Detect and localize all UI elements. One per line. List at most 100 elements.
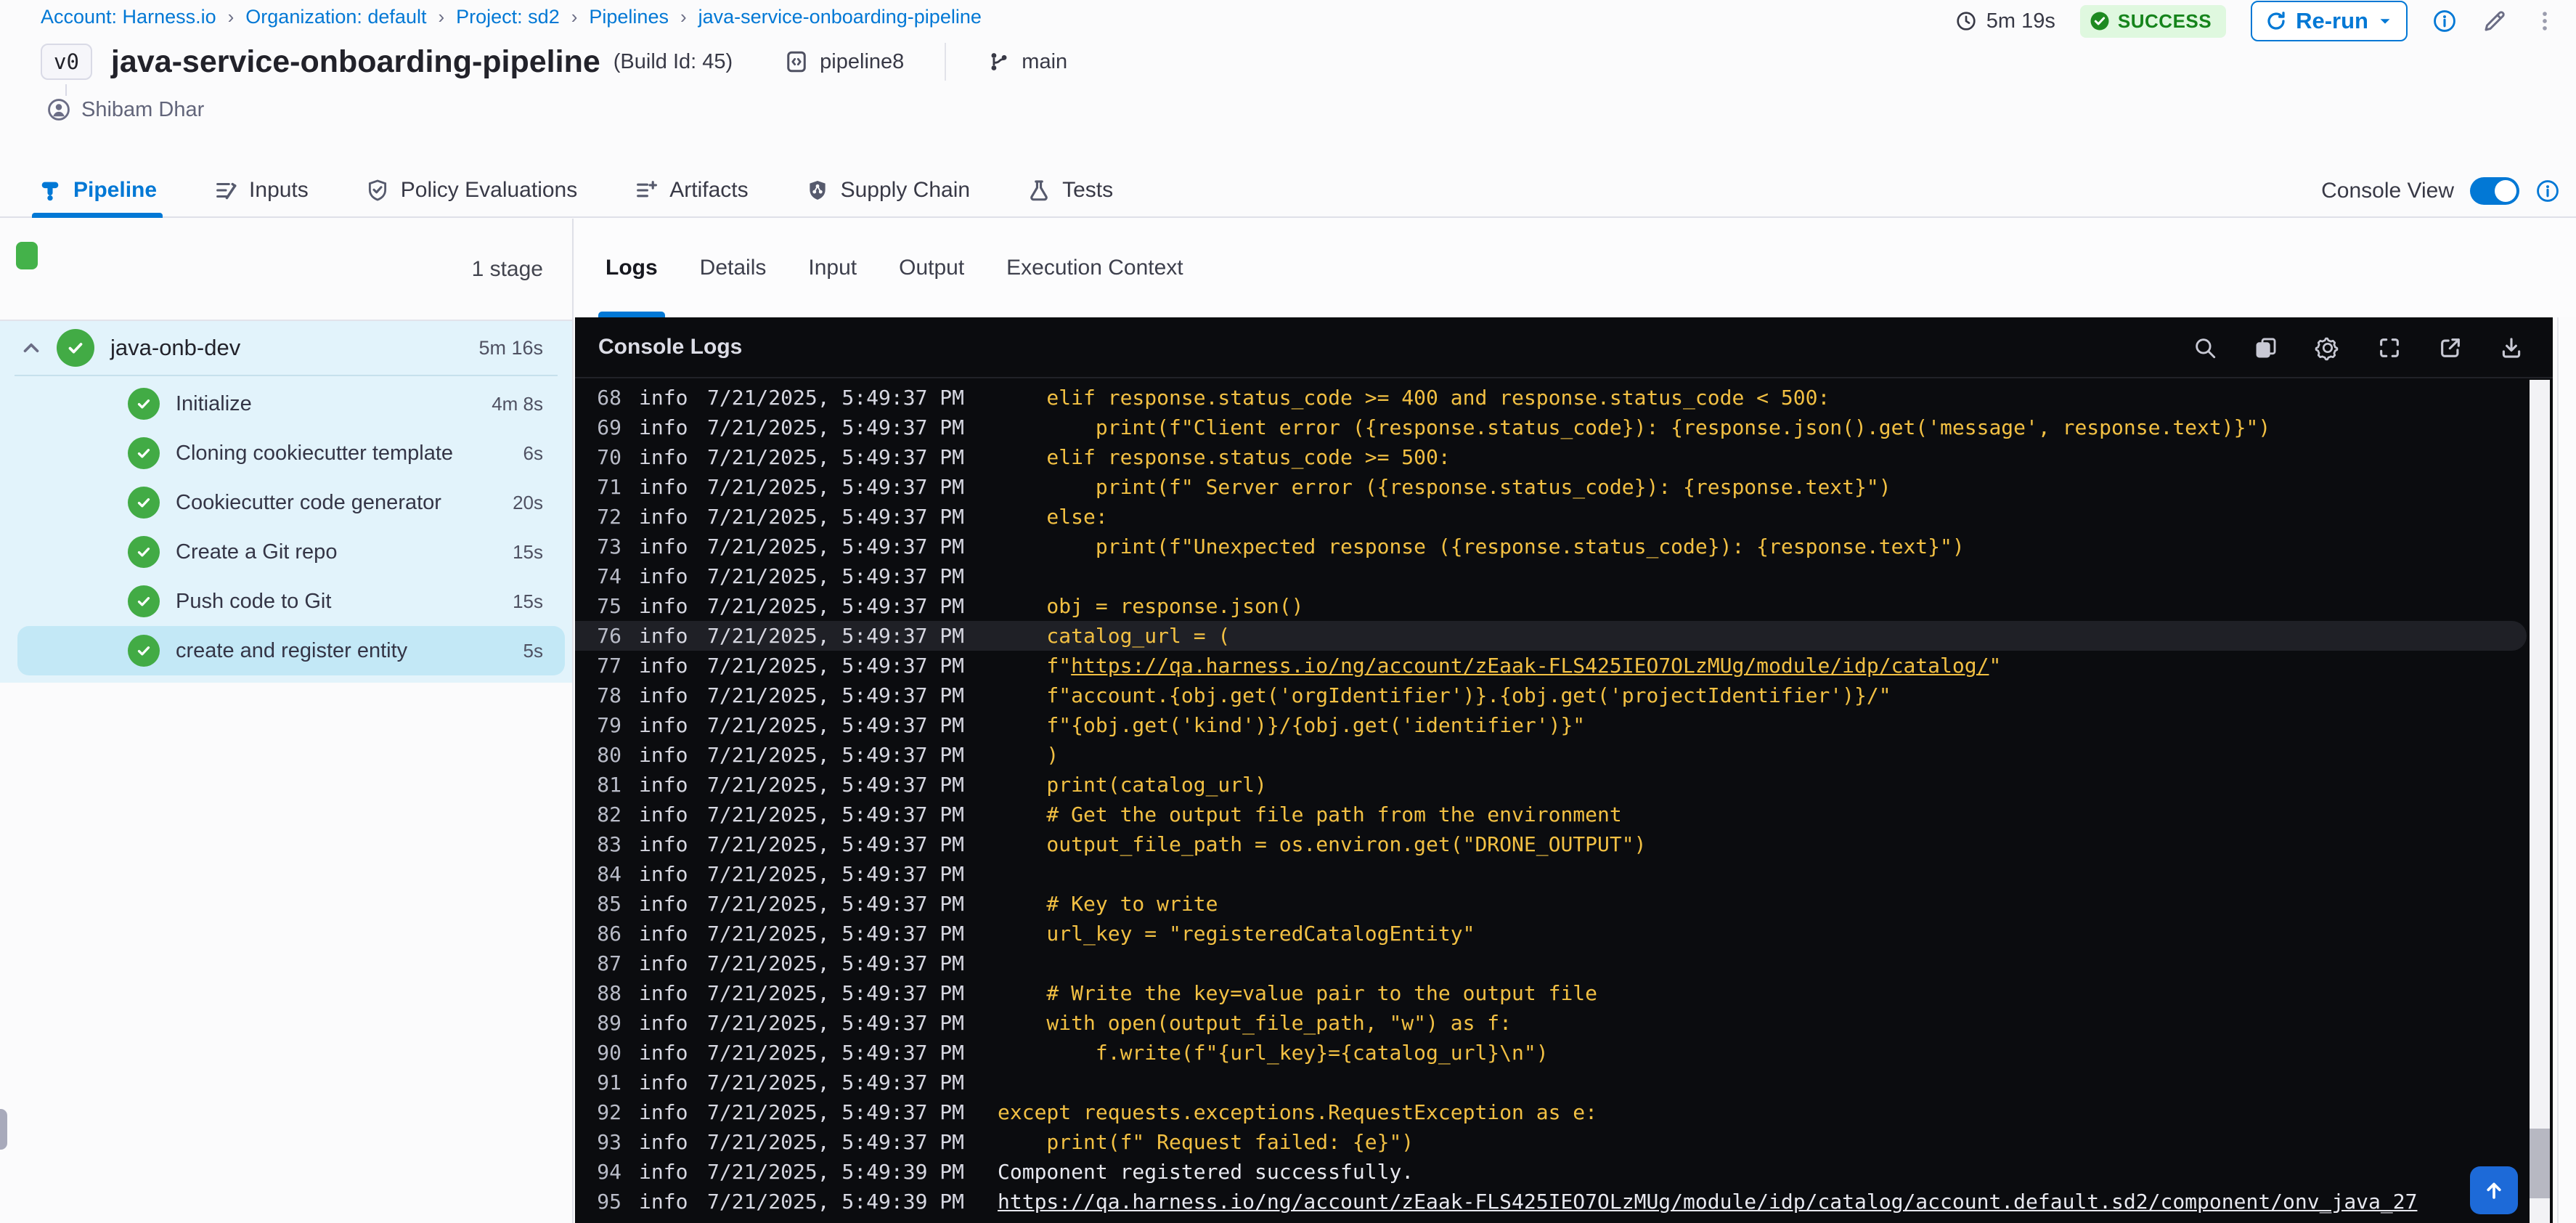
stage-row-java-onb-dev[interactable]: java-onb-dev 5m 16s (0, 321, 572, 375)
log-line-number: 75 (597, 594, 621, 618)
step-success-icon (128, 437, 160, 469)
log-text: Component registered successfully. (998, 1160, 1414, 1184)
open-in-new-icon[interactable] (2438, 336, 2463, 360)
log-level: info (639, 683, 688, 707)
log-text: print(f" Request failed: {e}") (998, 1130, 1414, 1154)
step-row-push-code-to-git[interactable]: Push code to Git 15s (0, 577, 572, 626)
pipeline-ref[interactable]: pipeline8 (783, 49, 904, 75)
log-level: info (639, 743, 688, 767)
stage-success-icon (57, 329, 94, 367)
log-line-81: 81 info 7/21/2025, 5:49:37 PM print(catalo… (575, 770, 2553, 800)
pipeline-ref-label: pipeline8 (820, 49, 905, 73)
step-row-create-and-register-entity[interactable]: create and register entity 5s (17, 626, 565, 675)
step-row-initialize[interactable]: Initialize 4m 8s (0, 379, 572, 428)
scroll-to-top-button[interactable] (2470, 1166, 2518, 1214)
log-line-82: 82 info 7/21/2025, 5:49:37 PM # Get the ou… (575, 800, 2553, 829)
log-line-number: 83 (597, 832, 621, 856)
step-row-cloning-cookiecutter-template[interactable]: Cloning cookiecutter template 6s (0, 428, 572, 478)
log-text: # Key to write (998, 892, 1218, 916)
log-line-number: 88 (597, 981, 621, 1005)
log-level: info (639, 594, 688, 618)
tab-supply-chain[interactable]: Supply Chain (805, 164, 970, 216)
log-level: info (639, 862, 688, 886)
log-text: # Write the key=value pair to the output… (998, 981, 1598, 1005)
download-icon[interactable] (2499, 336, 2524, 360)
tab-tests[interactable]: Tests (1027, 164, 1113, 216)
log-timestamp: 7/21/2025, 5:49:37 PM (707, 386, 965, 410)
breadcrumb-separator: › (438, 5, 445, 28)
avatar-icon (46, 97, 71, 122)
breadcrumb-item[interactable]: Project: sd2 (456, 6, 560, 28)
edit-pencil-icon[interactable] (2482, 8, 2508, 34)
log-text: except requests.exceptions.RequestExcept… (998, 1100, 1598, 1124)
log-timestamp: 7/21/2025, 5:49:37 PM (707, 535, 965, 558)
log-line-number: 71 (597, 475, 621, 499)
log-line-number: 73 (597, 535, 621, 558)
log-text: elif response.status_code >= 400 and res… (998, 386, 1830, 410)
kebab-menu-icon[interactable] (2532, 9, 2557, 33)
log-line-88: 88 info 7/21/2025, 5:49:37 PM # Write the … (575, 978, 2553, 1008)
log-line-number: 69 (597, 415, 621, 439)
step-row-create-a-git-repo[interactable]: Create a Git repo 15s (0, 527, 572, 577)
log-link[interactable]: https://qa.harness.io/ng/account/zEaak-F… (998, 1190, 2417, 1214)
settings-icon[interactable] (2315, 335, 2341, 361)
log-text: else: (998, 505, 1108, 529)
copy-icon[interactable] (2254, 336, 2278, 360)
log-line-number: 76 (597, 624, 621, 648)
rerun-button[interactable]: Re-run (2251, 1, 2408, 41)
panel-drag-handle[interactable] (0, 1109, 7, 1150)
log-line-number: 82 (597, 803, 621, 826)
breadcrumb-separator: › (571, 5, 578, 28)
info-icon[interactable] (2432, 9, 2457, 33)
log-line-84: 84 info 7/21/2025, 5:49:37 PM (575, 859, 2553, 889)
tab-inputs[interactable]: Inputs (213, 164, 309, 216)
step-success-icon (128, 585, 160, 617)
log-tab-input[interactable]: Input (808, 219, 857, 317)
branch-ref[interactable]: main (987, 49, 1067, 74)
stage-list: java-onb-dev 5m 16s Initialize 4m 8s Cloni… (0, 321, 572, 683)
console-view-info-icon[interactable] (2535, 179, 2560, 203)
log-tab-execution-context[interactable]: Execution Context (1006, 219, 1183, 317)
chevron-up-icon[interactable] (19, 336, 44, 360)
log-line-77: 77 info 7/21/2025, 5:49:37 PM f"https://qa… (575, 651, 2553, 680)
step-row-cookiecutter-code-generator[interactable]: Cookiecutter code generator 20s (0, 478, 572, 527)
log-level: info (639, 803, 688, 826)
breadcrumb-item[interactable]: Pipelines (589, 6, 669, 28)
log-link[interactable]: https://qa.harness.io/ng/account/zEaak-F… (1071, 654, 1989, 678)
log-scrollbar (2530, 380, 2550, 1223)
fullscreen-icon[interactable] (2377, 336, 2402, 360)
log-line-number: 74 (597, 564, 621, 588)
log-text: print(f"Unexpected response ({response.s… (998, 535, 1965, 558)
step-duration: 5s (523, 639, 543, 662)
console-toolbar (2193, 317, 2524, 378)
log-level: info (639, 1100, 688, 1124)
log-text: https://qa.harness.io/ng/account/zEaak-F… (998, 1190, 2417, 1214)
step-duration: 6s (523, 442, 543, 464)
log-timestamp: 7/21/2025, 5:49:37 PM (707, 892, 965, 916)
author-row: Shibam Dhar (46, 96, 204, 123)
tab-pipeline[interactable]: Pipeline (31, 164, 163, 218)
search-icon[interactable] (2193, 336, 2217, 360)
log-line-number: 72 (597, 505, 621, 529)
breadcrumb-item[interactable]: java-service-onboarding-pipeline (698, 6, 982, 28)
stage-name: java-onb-dev (110, 335, 241, 360)
log-line-71: 71 info 7/21/2025, 5:49:37 PM print(f" Ser… (575, 472, 2553, 502)
tab-policy-evaluations[interactable]: Policy Evaluations (365, 164, 577, 216)
tab-label: Pipeline (73, 178, 158, 202)
breadcrumb-item[interactable]: Organization: default (245, 6, 426, 28)
log-level: info (639, 832, 688, 856)
tab-artifacts[interactable]: Artifacts (634, 164, 749, 216)
log-tab-output[interactable]: Output (899, 219, 964, 317)
breadcrumb-item[interactable]: Account: Harness.io (41, 6, 216, 28)
log-line-78: 78 info 7/21/2025, 5:49:37 PM f"account.{o… (575, 680, 2553, 710)
log-line-83: 83 info 7/21/2025, 5:49:37 PM output_file_… (575, 829, 2553, 859)
log-scrollbar-thumb[interactable] (2530, 1129, 2550, 1198)
pipeline-header: v0 java-service-onboarding-pipeline (Bui… (41, 39, 1067, 84)
log-tab-logs[interactable]: Logs (598, 219, 665, 317)
stage-chip[interactable] (16, 242, 38, 269)
status-badge: SUCCESS (2079, 4, 2227, 38)
console-view-toggle[interactable] (2470, 177, 2519, 205)
log-level: info (639, 445, 688, 469)
log-tab-details[interactable]: Details (700, 219, 767, 317)
log-level: info (639, 1190, 688, 1214)
